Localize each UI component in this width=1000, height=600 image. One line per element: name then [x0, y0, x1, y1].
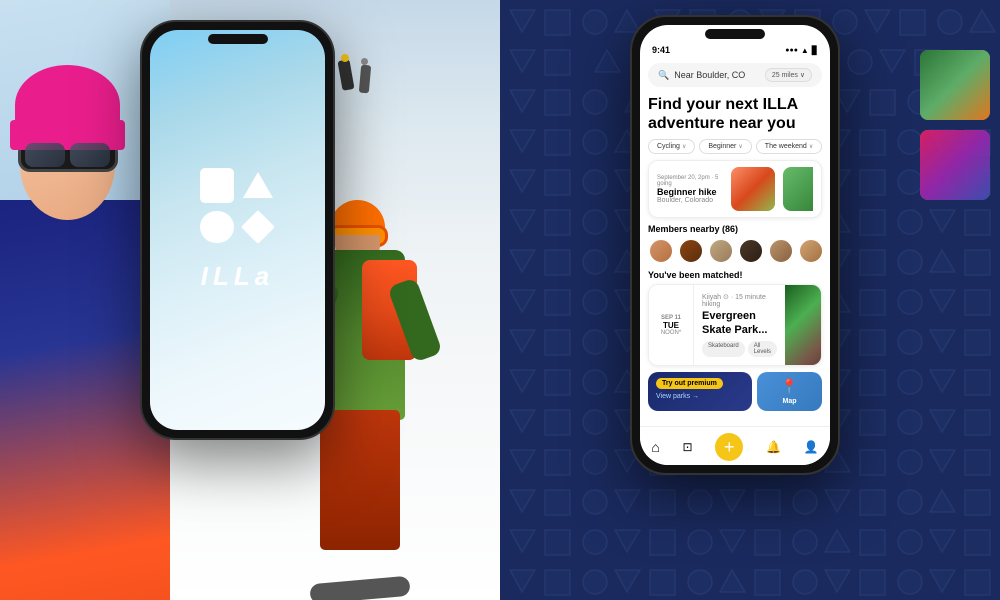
chip-arrow: ∨ [809, 143, 813, 150]
add-icon: + [724, 437, 735, 458]
tag-skateboard: Skateboard [702, 341, 745, 357]
wifi-icon: ▲ [801, 46, 809, 55]
matched-card[interactable]: SEP 11 TUE NOON* Kiiyah ⊙ · 15 minute hi… [648, 284, 822, 365]
avatar-4 [738, 238, 764, 264]
match-tags: Skateboard All Levels [702, 341, 777, 357]
home-icon: ⌂ [651, 439, 659, 455]
chip-arrow: ∨ [738, 143, 742, 150]
distance-badge[interactable]: 25 miles ∨ [765, 68, 812, 82]
nav-profile[interactable]: 👤 [804, 440, 819, 454]
nav-add-button[interactable]: + [715, 433, 743, 461]
logo-shape-square [200, 168, 234, 203]
avatar-5 [768, 238, 794, 264]
premium-label: Try out premium [656, 378, 723, 389]
match-user: Kiiyah ⊙ · 15 minute hiking [702, 293, 777, 308]
chip-beginner[interactable]: Beginner ∨ [699, 139, 751, 154]
matched-photo: 🔖 [785, 285, 822, 364]
bookmark-nav-icon: ⊡ [683, 440, 693, 454]
event-photo [731, 167, 775, 211]
right-decoration [870, 50, 990, 200]
status-icons: ●●● ▲ ▊ [785, 46, 818, 55]
signal-icon: ●●● [785, 47, 798, 54]
status-time: 9:41 [652, 45, 670, 55]
next-event-preview [783, 167, 813, 211]
phone-right-screen: 9:41 ●●● ▲ ▊ 🔍 Near Boulder, CO 25 miles… [640, 25, 830, 465]
matched-card-inner: SEP 11 TUE NOON* Kiiyah ⊙ · 15 minute hi… [649, 285, 821, 364]
tag-all-levels: All Levels [748, 341, 777, 357]
battery-icon: ▊ [812, 46, 818, 55]
bottom-cards: Try out premium View parks → 📍 Map [648, 372, 822, 411]
logo-shape-diamond [242, 211, 276, 244]
phone-left-screen: ILLa [150, 30, 325, 430]
members-title: Members nearby (86) [648, 224, 822, 234]
nav-bookmark[interactable]: ⊡ [683, 440, 693, 454]
bell-icon: 🔔 [766, 440, 781, 454]
chip-cycling[interactable]: Cycling ∨ [648, 139, 695, 154]
right-panel: 9:41 ●●● ▲ ▊ 🔍 Near Boulder, CO 25 miles… [500, 0, 1000, 600]
matched-section: You've been matched! SEP 11 TUE NOON* [648, 270, 822, 365]
illa-logo: ILLa [200, 168, 275, 292]
search-icon: 🔍 [658, 70, 669, 81]
match-place: Evergreen Skate Park... [702, 310, 777, 336]
avatar-1 [648, 238, 674, 264]
nav-home[interactable]: ⌂ [651, 439, 659, 455]
illa-logo-text: ILLa [201, 261, 274, 292]
dynamic-island-left [208, 34, 268, 44]
logo-shape-triangle [242, 168, 276, 203]
phone-left: ILLa [140, 20, 335, 440]
map-card[interactable]: 📍 Map [757, 372, 822, 411]
bottom-nav: ⌂ ⊡ + 🔔 👤 [640, 426, 830, 465]
filter-chips: Cycling ∨ Beginner ∨ The weekend ∨ Gro..… [648, 139, 822, 154]
event-card[interactable]: September 20, 2pm · 5 going Beginner hik… [648, 160, 822, 218]
app-headline: Find your next ILLA adventure near you [648, 95, 822, 133]
chip-arrow: ∨ [682, 143, 686, 150]
search-bar[interactable]: 🔍 Near Boulder, CO 25 miles ∨ [648, 63, 822, 87]
map-label: Map [783, 398, 797, 405]
chip-weekend[interactable]: The weekend ∨ [756, 139, 822, 154]
deco-photo-1 [920, 50, 990, 120]
deco-photo-2 [920, 130, 990, 200]
matched-date-block: SEP 11 TUE NOON* [649, 285, 694, 364]
date-time: NOON* [661, 330, 681, 336]
event-location: Boulder, Colorado [657, 197, 723, 204]
avatar-2 [678, 238, 704, 264]
search-location-text: Near Boulder, CO [674, 70, 760, 80]
status-bar: 9:41 ●●● ▲ ▊ [640, 37, 830, 59]
nav-notifications[interactable]: 🔔 [766, 440, 781, 454]
avatar-6 [798, 238, 824, 264]
event-date: September 20, 2pm · 5 going [657, 175, 723, 187]
dynamic-island-right [705, 29, 765, 39]
member-avatars [648, 238, 822, 264]
map-pin-icon: 📍 [781, 378, 798, 395]
matched-title: You've been matched! [648, 270, 822, 280]
members-section: Members nearby (86) [648, 224, 822, 264]
left-panel: ILLa [0, 0, 500, 600]
phone-right: 9:41 ●●● ▲ ▊ 🔍 Near Boulder, CO 25 miles… [630, 15, 840, 475]
logo-shape-circle [200, 211, 234, 244]
event-title: Beginner hike [657, 187, 723, 197]
app-content: Find your next ILLA adventure near you C… [640, 91, 830, 426]
view-parks-link[interactable]: View parks → [656, 393, 744, 400]
premium-card[interactable]: Try out premium View parks → [648, 372, 752, 411]
event-info: September 20, 2pm · 5 going Beginner hik… [657, 175, 723, 204]
date-day: TUE [663, 321, 679, 330]
avatar-3 [708, 238, 734, 264]
matched-info: Kiiyah ⊙ · 15 minute hiking Evergreen Sk… [694, 285, 785, 364]
user-icon: 👤 [804, 440, 819, 454]
